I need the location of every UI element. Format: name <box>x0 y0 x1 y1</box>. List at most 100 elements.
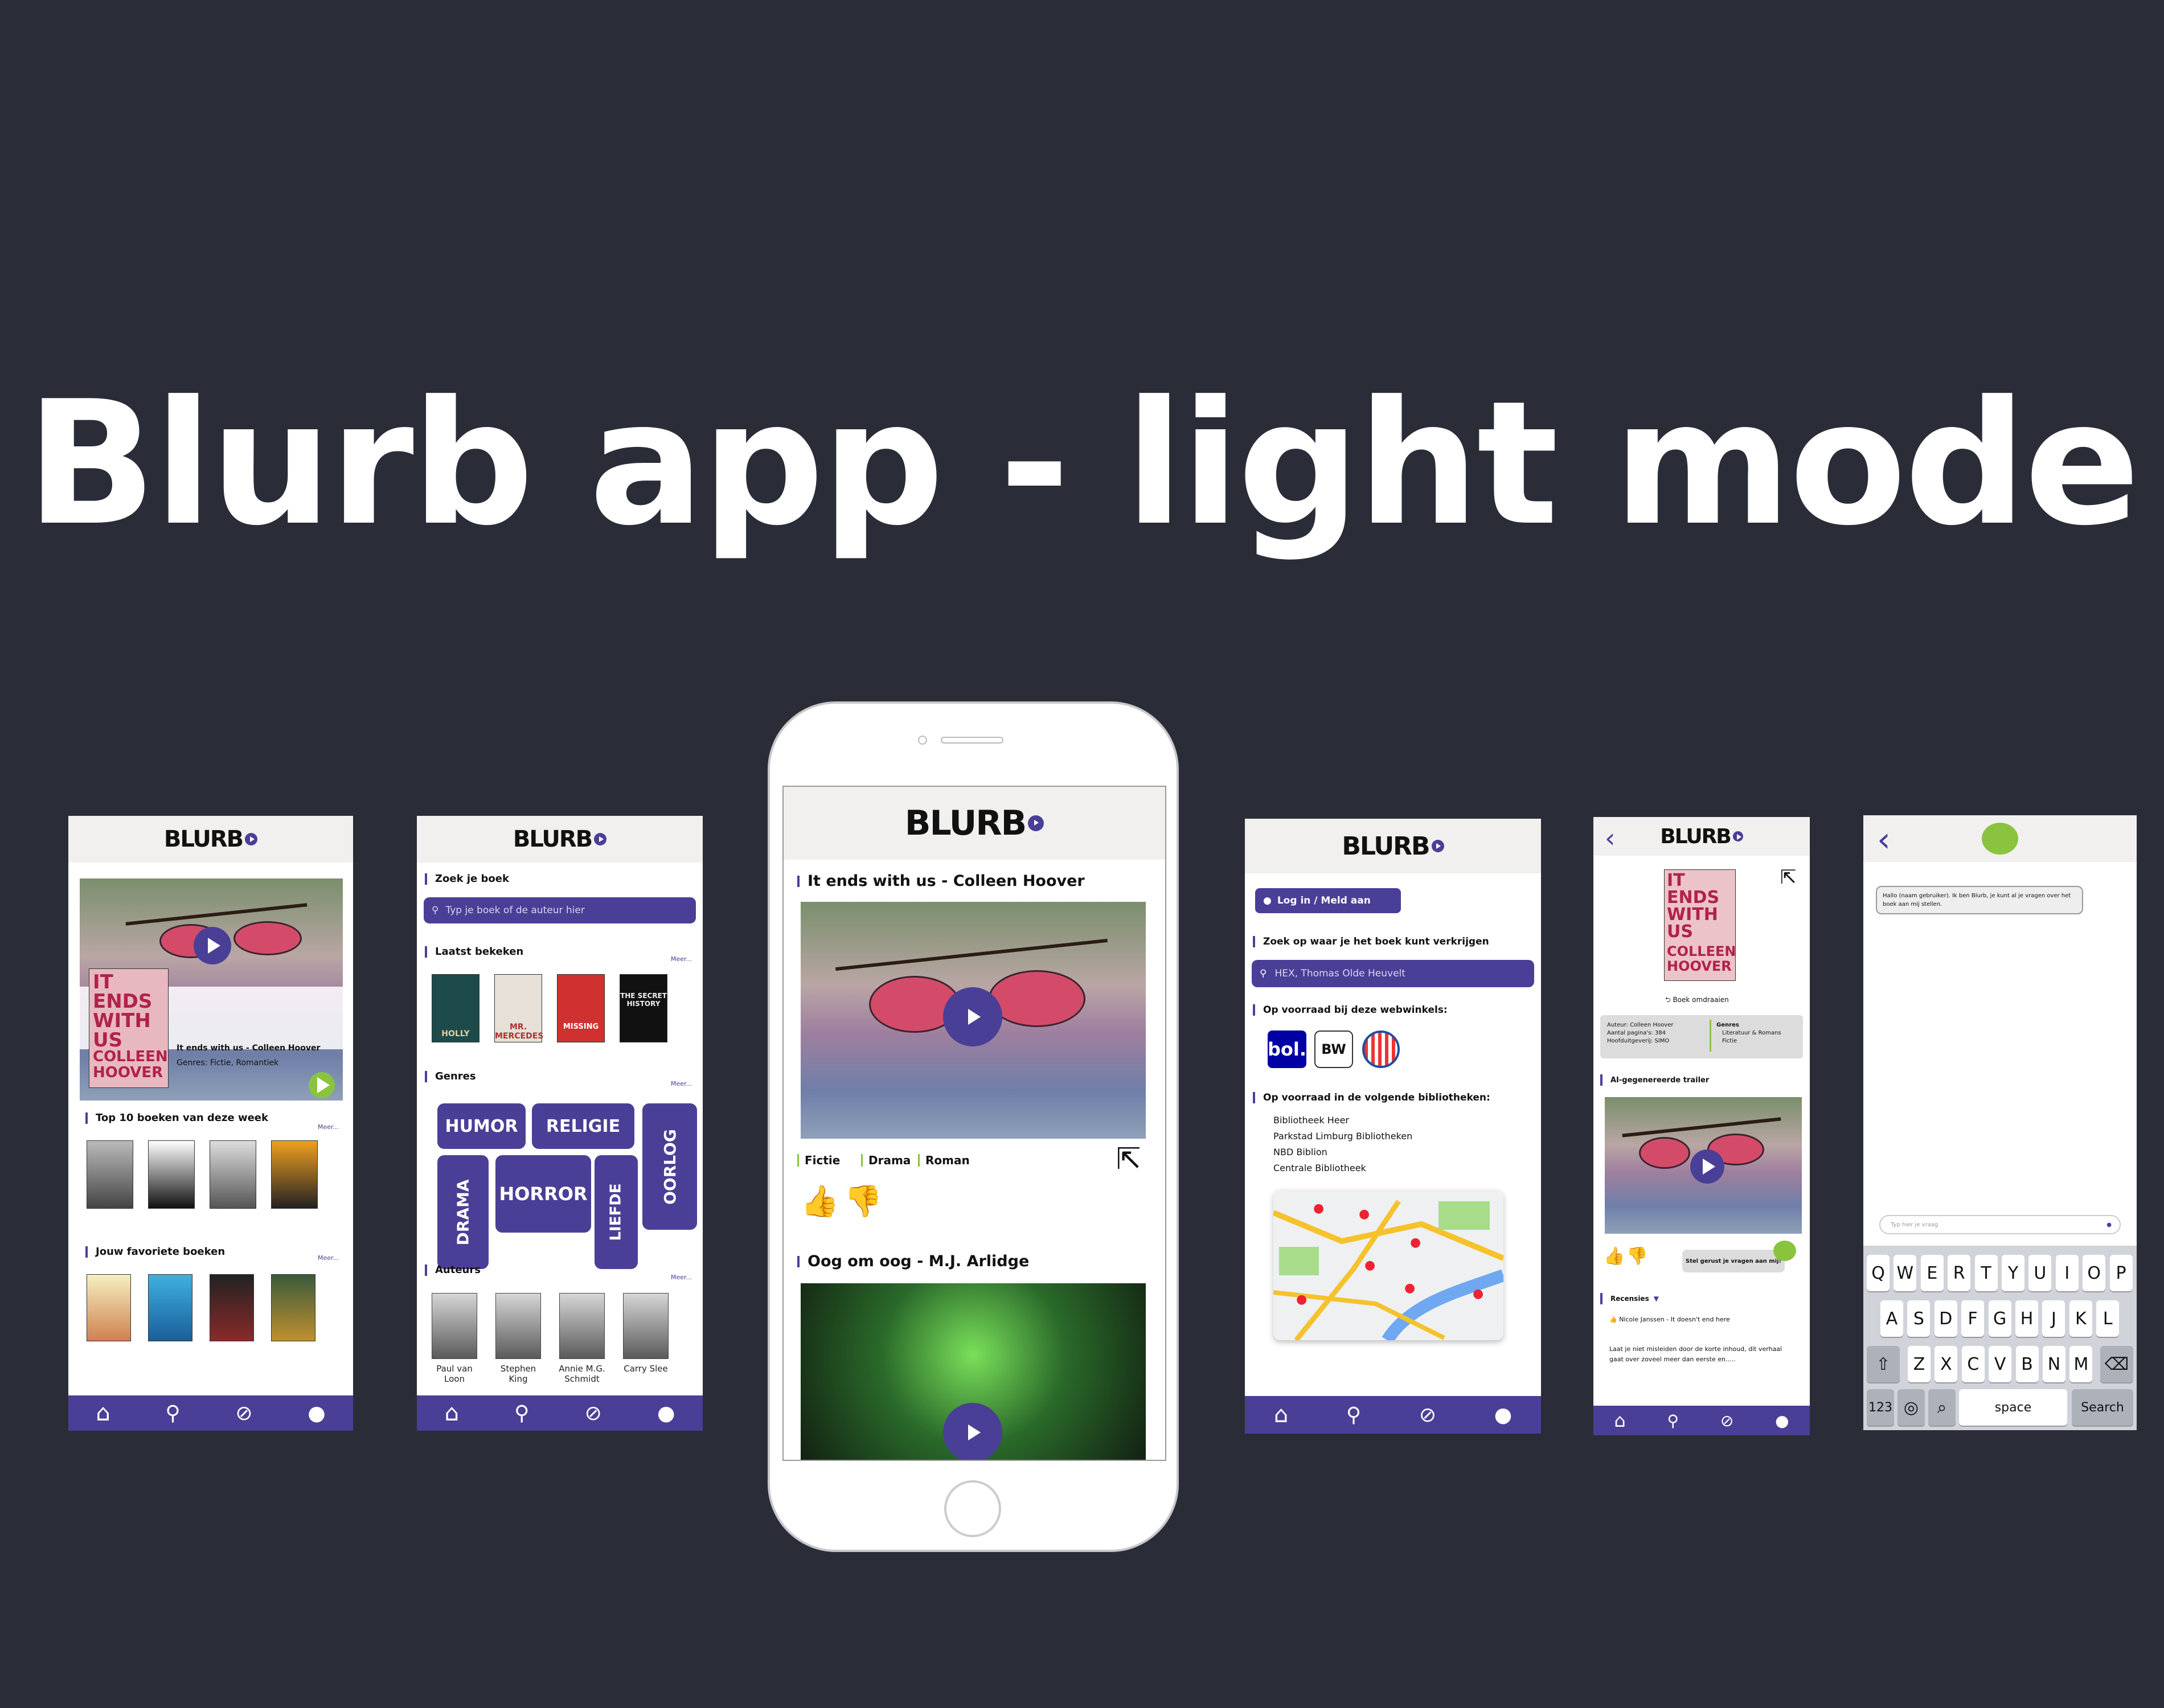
play-button[interactable] <box>194 927 231 964</box>
ask-bubble[interactable]: Stel gerust je vragen aan mij! <box>1682 1250 1785 1272</box>
book-cover[interactable] <box>271 1140 318 1209</box>
key-r[interactable]: R <box>1948 1255 1971 1291</box>
author-photo[interactable] <box>495 1293 541 1359</box>
book-cover[interactable] <box>210 1274 254 1341</box>
search-icon[interactable]: ⚲ <box>1346 1403 1361 1427</box>
key-n[interactable]: N <box>2043 1346 2065 1382</box>
play-button[interactable] <box>943 1403 1002 1460</box>
author-photo[interactable] <box>623 1293 669 1359</box>
library-item[interactable]: Centrale Bibliotheek <box>1273 1163 1366 1173</box>
key-i[interactable]: I <box>2055 1255 2079 1291</box>
key-t[interactable]: T <box>1974 1255 1998 1291</box>
key-y[interactable]: Y <box>2002 1255 2024 1291</box>
compass-icon[interactable]: ⊘ <box>235 1402 252 1425</box>
profile-icon[interactable]: ● <box>308 1402 325 1425</box>
key-g[interactable]: G <box>1988 1300 2011 1337</box>
book-cover[interactable]: MR. MERCEDES <box>494 974 543 1042</box>
genre-humor[interactable]: HUMOR <box>437 1103 526 1149</box>
compass-icon[interactable]: ⊘ <box>585 1402 602 1425</box>
key-e[interactable]: E <box>1920 1255 1944 1291</box>
library-item[interactable]: Parkstad Limburg Bibliotheken <box>1273 1131 1412 1142</box>
key-u[interactable]: U <box>2028 1255 2052 1291</box>
play-button[interactable] <box>1690 1149 1724 1184</box>
location-input[interactable]: ⚲ HEX, Thomas Olde Heuvelt <box>1252 960 1534 987</box>
bol-logo[interactable]: bol. <box>1268 1030 1306 1068</box>
more-link[interactable]: Meer... <box>671 1080 692 1087</box>
key-m[interactable]: M <box>2069 1346 2093 1382</box>
key-x[interactable]: X <box>1935 1346 1958 1382</box>
microphone-icon[interactable]: ● <box>2106 1222 2112 1228</box>
book-trailer[interactable] <box>801 1283 1146 1460</box>
share-icon[interactable]: ⇱ <box>1116 1142 1141 1176</box>
compass-icon[interactable]: ⊘ <box>1720 1411 1733 1430</box>
key-h[interactable]: H <box>2015 1300 2038 1337</box>
microphone-key[interactable]: ⌕ <box>1928 1389 1956 1426</box>
more-link[interactable]: Meer... <box>671 1274 692 1281</box>
key-l[interactable]: L <box>2096 1300 2120 1337</box>
profile-icon[interactable]: ● <box>1775 1411 1789 1430</box>
key-o[interactable]: O <box>2083 1255 2106 1291</box>
ai-trailer[interactable] <box>1605 1097 1802 1234</box>
library-item[interactable]: Bibliotheek Heer <box>1273 1115 1349 1126</box>
home-icon[interactable]: ⌂ <box>1614 1410 1625 1431</box>
thumbs-down-icon[interactable]: 👎 <box>1626 1246 1647 1266</box>
flip-book-button[interactable]: ⮌ Boek omdraaien <box>1665 995 1729 1007</box>
more-link[interactable]: Meer... <box>318 1254 339 1262</box>
bw-logo[interactable]: BW <box>1314 1030 1353 1068</box>
backspace-key[interactable]: ⌫ <box>2100 1346 2133 1382</box>
map-pin-icon[interactable]: ● <box>1404 1281 1415 1295</box>
featured-book-cover[interactable]: IT ENDS WITH US COLLEEN HOOVER <box>89 968 169 1088</box>
genre-horror[interactable]: HORROR <box>495 1155 591 1233</box>
search-icon[interactable]: ⚲ <box>514 1402 529 1425</box>
genre-tag[interactable]: Drama <box>861 1153 911 1167</box>
search-input[interactable]: ⚲ Typ je boek of de auteur hier <box>424 897 696 923</box>
home-icon[interactable]: ⌂ <box>1274 1402 1288 1428</box>
key-w[interactable]: W <box>1894 1255 1917 1291</box>
globe-icon[interactable]: ◎ <box>1897 1389 1925 1426</box>
compass-icon[interactable]: ⊘ <box>1419 1403 1436 1427</box>
home-icon[interactable]: ⌂ <box>445 1400 459 1426</box>
library-item[interactable]: NBD Biblion <box>1273 1147 1327 1157</box>
key-b[interactable]: B <box>2015 1346 2039 1382</box>
featured-play-button[interactable] <box>309 1072 335 1098</box>
genre-religie[interactable]: RELIGIE <box>532 1103 634 1149</box>
book-cover[interactable]: HOLLY <box>432 974 479 1042</box>
genre-liefde[interactable]: LIEFDE <box>595 1155 638 1269</box>
genre-tag[interactable]: Roman <box>918 1153 970 1167</box>
map-pin-icon[interactable]: ● <box>1313 1201 1324 1216</box>
book-cover[interactable] <box>148 1140 195 1209</box>
map-pin-icon[interactable]: ● <box>1473 1287 1483 1301</box>
book-cover[interactable] <box>148 1274 192 1341</box>
book-cover[interactable]: IT ENDS WITH US COLLEEN HOOVER <box>1664 869 1736 981</box>
back-icon[interactable]: ‹ <box>1877 820 1891 860</box>
author-photo[interactable] <box>559 1293 605 1359</box>
shift-key[interactable]: ⇧ <box>1867 1346 1900 1382</box>
thumbs-down-icon[interactable]: 👎 <box>844 1183 882 1220</box>
book-cover[interactable] <box>87 1274 131 1341</box>
book-trailer[interactable] <box>801 902 1146 1139</box>
key-f[interactable]: F <box>1961 1300 1985 1337</box>
map-pin-icon[interactable]: ● <box>1364 1258 1375 1272</box>
key-c[interactable]: C <box>1961 1346 1985 1382</box>
genre-tag[interactable]: Fictie <box>797 1153 840 1167</box>
search-key[interactable]: Search <box>2072 1389 2133 1426</box>
key-d[interactable]: D <box>1934 1300 1957 1337</box>
mascot-icon[interactable] <box>1773 1241 1796 1261</box>
book-cover[interactable] <box>271 1274 315 1341</box>
play-button[interactable] <box>943 987 1002 1046</box>
bookstore-logo[interactable] <box>1362 1030 1400 1068</box>
search-icon[interactable]: ⚲ <box>1667 1411 1679 1430</box>
phone-home-button[interactable] <box>944 1480 1001 1537</box>
reviews-toggle[interactable]: Recensies ▼ <box>1600 1293 1659 1304</box>
genre-drama[interactable]: DRAMA <box>437 1155 489 1269</box>
book-cover[interactable]: MISSING <box>557 974 605 1042</box>
share-icon[interactable]: ⇱ <box>1780 866 1797 889</box>
map-pin-icon[interactable]: ● <box>1410 1235 1421 1250</box>
key-j[interactable]: J <box>2042 1300 2065 1337</box>
numbers-key[interactable]: 123 <box>1867 1389 1894 1426</box>
more-link[interactable]: Meer... <box>318 1123 339 1131</box>
key-k[interactable]: K <box>2069 1300 2092 1337</box>
book-cover[interactable]: THE SECRET HISTORY <box>620 974 667 1042</box>
map-pin-icon[interactable]: ● <box>1359 1207 1370 1221</box>
genre-oorlog[interactable]: OORLOG <box>642 1103 697 1230</box>
